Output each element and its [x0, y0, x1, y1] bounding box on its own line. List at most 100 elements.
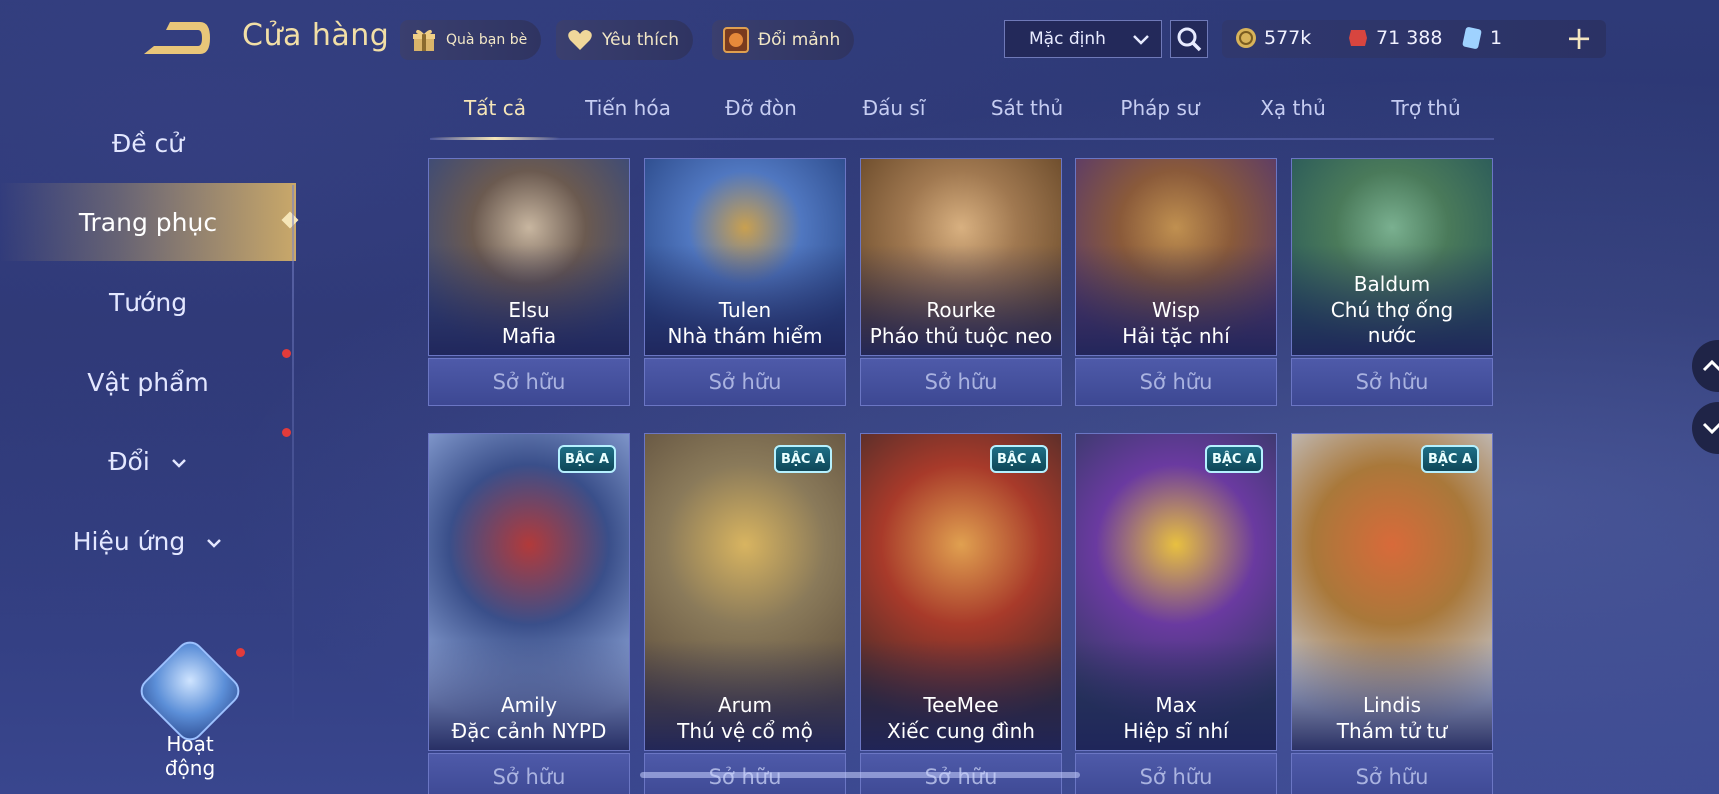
tab-label: Pháp sư: [1120, 96, 1200, 120]
friend-gift-label: Quà bạn bè: [446, 32, 528, 48]
chevron-down-icon: [1131, 29, 1151, 54]
tier-badge: BẬC A: [558, 445, 616, 473]
owned-status: Sở hữu: [1075, 753, 1277, 794]
favorites-label: Yêu thích: [602, 30, 680, 50]
back-button[interactable]: [140, 16, 216, 60]
skin-name: Mafia: [501, 324, 557, 348]
skin-name: Chú thợ ống nước: [1330, 298, 1454, 347]
tier-badge: BẬC A: [990, 445, 1048, 473]
ticket-icon: [1460, 26, 1484, 50]
tier-badge: BẬC A: [774, 445, 832, 473]
voucher-currency: 71 388: [1346, 26, 1442, 50]
sidebar-item-0[interactable]: Đề cử: [0, 115, 296, 171]
sidebar-item-5[interactable]: Hiệu ứng: [0, 513, 296, 569]
owned-status: Sở hữu: [644, 358, 846, 406]
chevron-up-icon: [1702, 359, 1719, 372]
tab-1[interactable]: Tiến hóa: [563, 96, 693, 138]
gold-currency: 577k: [1234, 26, 1311, 50]
tab-5[interactable]: Pháp sư: [1095, 96, 1225, 138]
chevron-down-icon: [1702, 422, 1719, 435]
tier-badge: BẬC A: [1421, 445, 1479, 473]
sidebar-item-label: Đề cử: [111, 128, 185, 158]
friend-gift-button[interactable]: Quà bạn bè: [400, 20, 542, 60]
favorites-button[interactable]: Yêu thích: [556, 20, 694, 60]
tier-badge: BẬC A: [1205, 445, 1263, 473]
ticket-value: 1: [1490, 27, 1503, 49]
heart-icon: [566, 26, 594, 54]
tab-2[interactable]: Đỡ đòn: [696, 96, 826, 138]
hero-name: Wisp: [1151, 298, 1200, 322]
tab-7[interactable]: Trợ thủ: [1361, 96, 1491, 138]
hero-name: Baldum: [1353, 272, 1431, 296]
tab-label: Tiến hóa: [585, 96, 671, 120]
fragment-exchange-label: Đổi mảnh: [758, 30, 841, 50]
voucher-icon: [1346, 26, 1370, 50]
owned-status: Sở hữu: [1291, 753, 1493, 794]
skin-name: Xiếc cung đình: [887, 719, 1035, 743]
sidebar-divider: [292, 185, 294, 725]
owned-status: Sở hữu: [428, 753, 630, 794]
skin-grid: Elsu Mafia Sở hữu Tulen Nhà thám hiểm Sở hữu R…: [428, 158, 1498, 794]
skin-name: Thú vệ cổ mộ: [677, 719, 813, 743]
skin-name: Hải tặc nhí: [1122, 324, 1230, 348]
tab-label: Đỡ đòn: [725, 96, 797, 120]
hero-name: Tulen: [718, 298, 772, 322]
ticket-currency: 1: [1460, 26, 1502, 50]
page-title: Cửa hàng: [242, 18, 390, 53]
gold-value: 577k: [1264, 27, 1312, 49]
hero-name: Max: [1155, 693, 1197, 717]
event-icon: [134, 635, 246, 747]
hero-name: Arum: [717, 693, 773, 717]
notification-dot: [282, 349, 291, 358]
sidebar-item-label: Trang phục: [78, 207, 218, 237]
skin-name: Hiệp sĩ nhí: [1123, 719, 1229, 743]
tab-0[interactable]: Tất cả: [430, 96, 560, 140]
tab-label: Đấu sĩ: [862, 96, 926, 120]
sidebar-item-label: Vật phẩm: [87, 367, 209, 397]
hero-name: TeeMee: [923, 693, 999, 717]
owned-status: Sở hữu: [1291, 358, 1493, 406]
fragment-exchange-button[interactable]: Đổi mảnh: [712, 20, 855, 60]
owned-status: Sở hữu: [860, 358, 1062, 406]
sidebar-item-4[interactable]: Đổi: [0, 433, 296, 489]
owned-status: Sở hữu: [428, 358, 630, 406]
home-indicator[interactable]: [640, 772, 1080, 778]
sidebar-item-label: Hiệu ứng: [72, 526, 186, 556]
gift-icon: [410, 26, 438, 54]
sidebar-item-label: Tướng: [108, 287, 188, 317]
sidebar-item-3[interactable]: Vật phẩm: [0, 354, 296, 410]
notification-dot: [282, 428, 291, 437]
active-indicator-icon: [281, 211, 299, 229]
chevron-down-icon: [205, 527, 223, 556]
tab-label: Xạ thủ: [1260, 96, 1326, 120]
add-currency-button[interactable]: +: [1564, 20, 1594, 58]
tab-label: Trợ thủ: [1391, 96, 1461, 120]
hero-name: Amily: [500, 693, 558, 717]
tab-label: Tất cả: [464, 96, 526, 120]
hero-name: Lindis: [1362, 693, 1422, 717]
tab-underline: [430, 137, 560, 140]
category-tabs: Tất cả Tiến hóa Đỡ đòn Đấu sĩ Sát thủ Pháp sư…: [430, 96, 1494, 140]
sort-dropdown[interactable]: Mặc định: [1004, 20, 1162, 58]
sort-value: Mặc định: [1029, 29, 1106, 49]
voucher-value: 71 388: [1376, 27, 1443, 49]
fragment-exchange-icon: [722, 26, 750, 54]
tab-label: Sát thủ: [990, 96, 1064, 120]
skin-name: Đặc cảnh NYPD: [451, 719, 607, 743]
chevron-down-icon: [170, 447, 188, 476]
skin-name: Pháo thủ tuộc neo: [869, 324, 1053, 348]
sidebar-item-1[interactable]: Trang phục: [0, 183, 299, 261]
hero-name: Elsu: [508, 298, 550, 322]
tab-4[interactable]: Sát thủ: [962, 96, 1092, 138]
skin-name: Nhà thám hiểm: [667, 324, 823, 348]
tab-3[interactable]: Đấu sĩ: [829, 96, 959, 138]
tab-6[interactable]: Xạ thủ: [1228, 96, 1358, 138]
owned-status: Sở hữu: [1075, 358, 1277, 406]
search-button[interactable]: [1170, 20, 1208, 58]
search-icon: [1177, 27, 1202, 52]
hero-name: Rourke: [926, 298, 996, 322]
event-button[interactable]: Hoạt động: [134, 635, 246, 780]
skin-name: Thám tử tư: [1336, 719, 1448, 743]
sidebar-item-2[interactable]: Tướng: [0, 274, 296, 330]
sidebar-item-label: Đổi: [108, 446, 150, 476]
